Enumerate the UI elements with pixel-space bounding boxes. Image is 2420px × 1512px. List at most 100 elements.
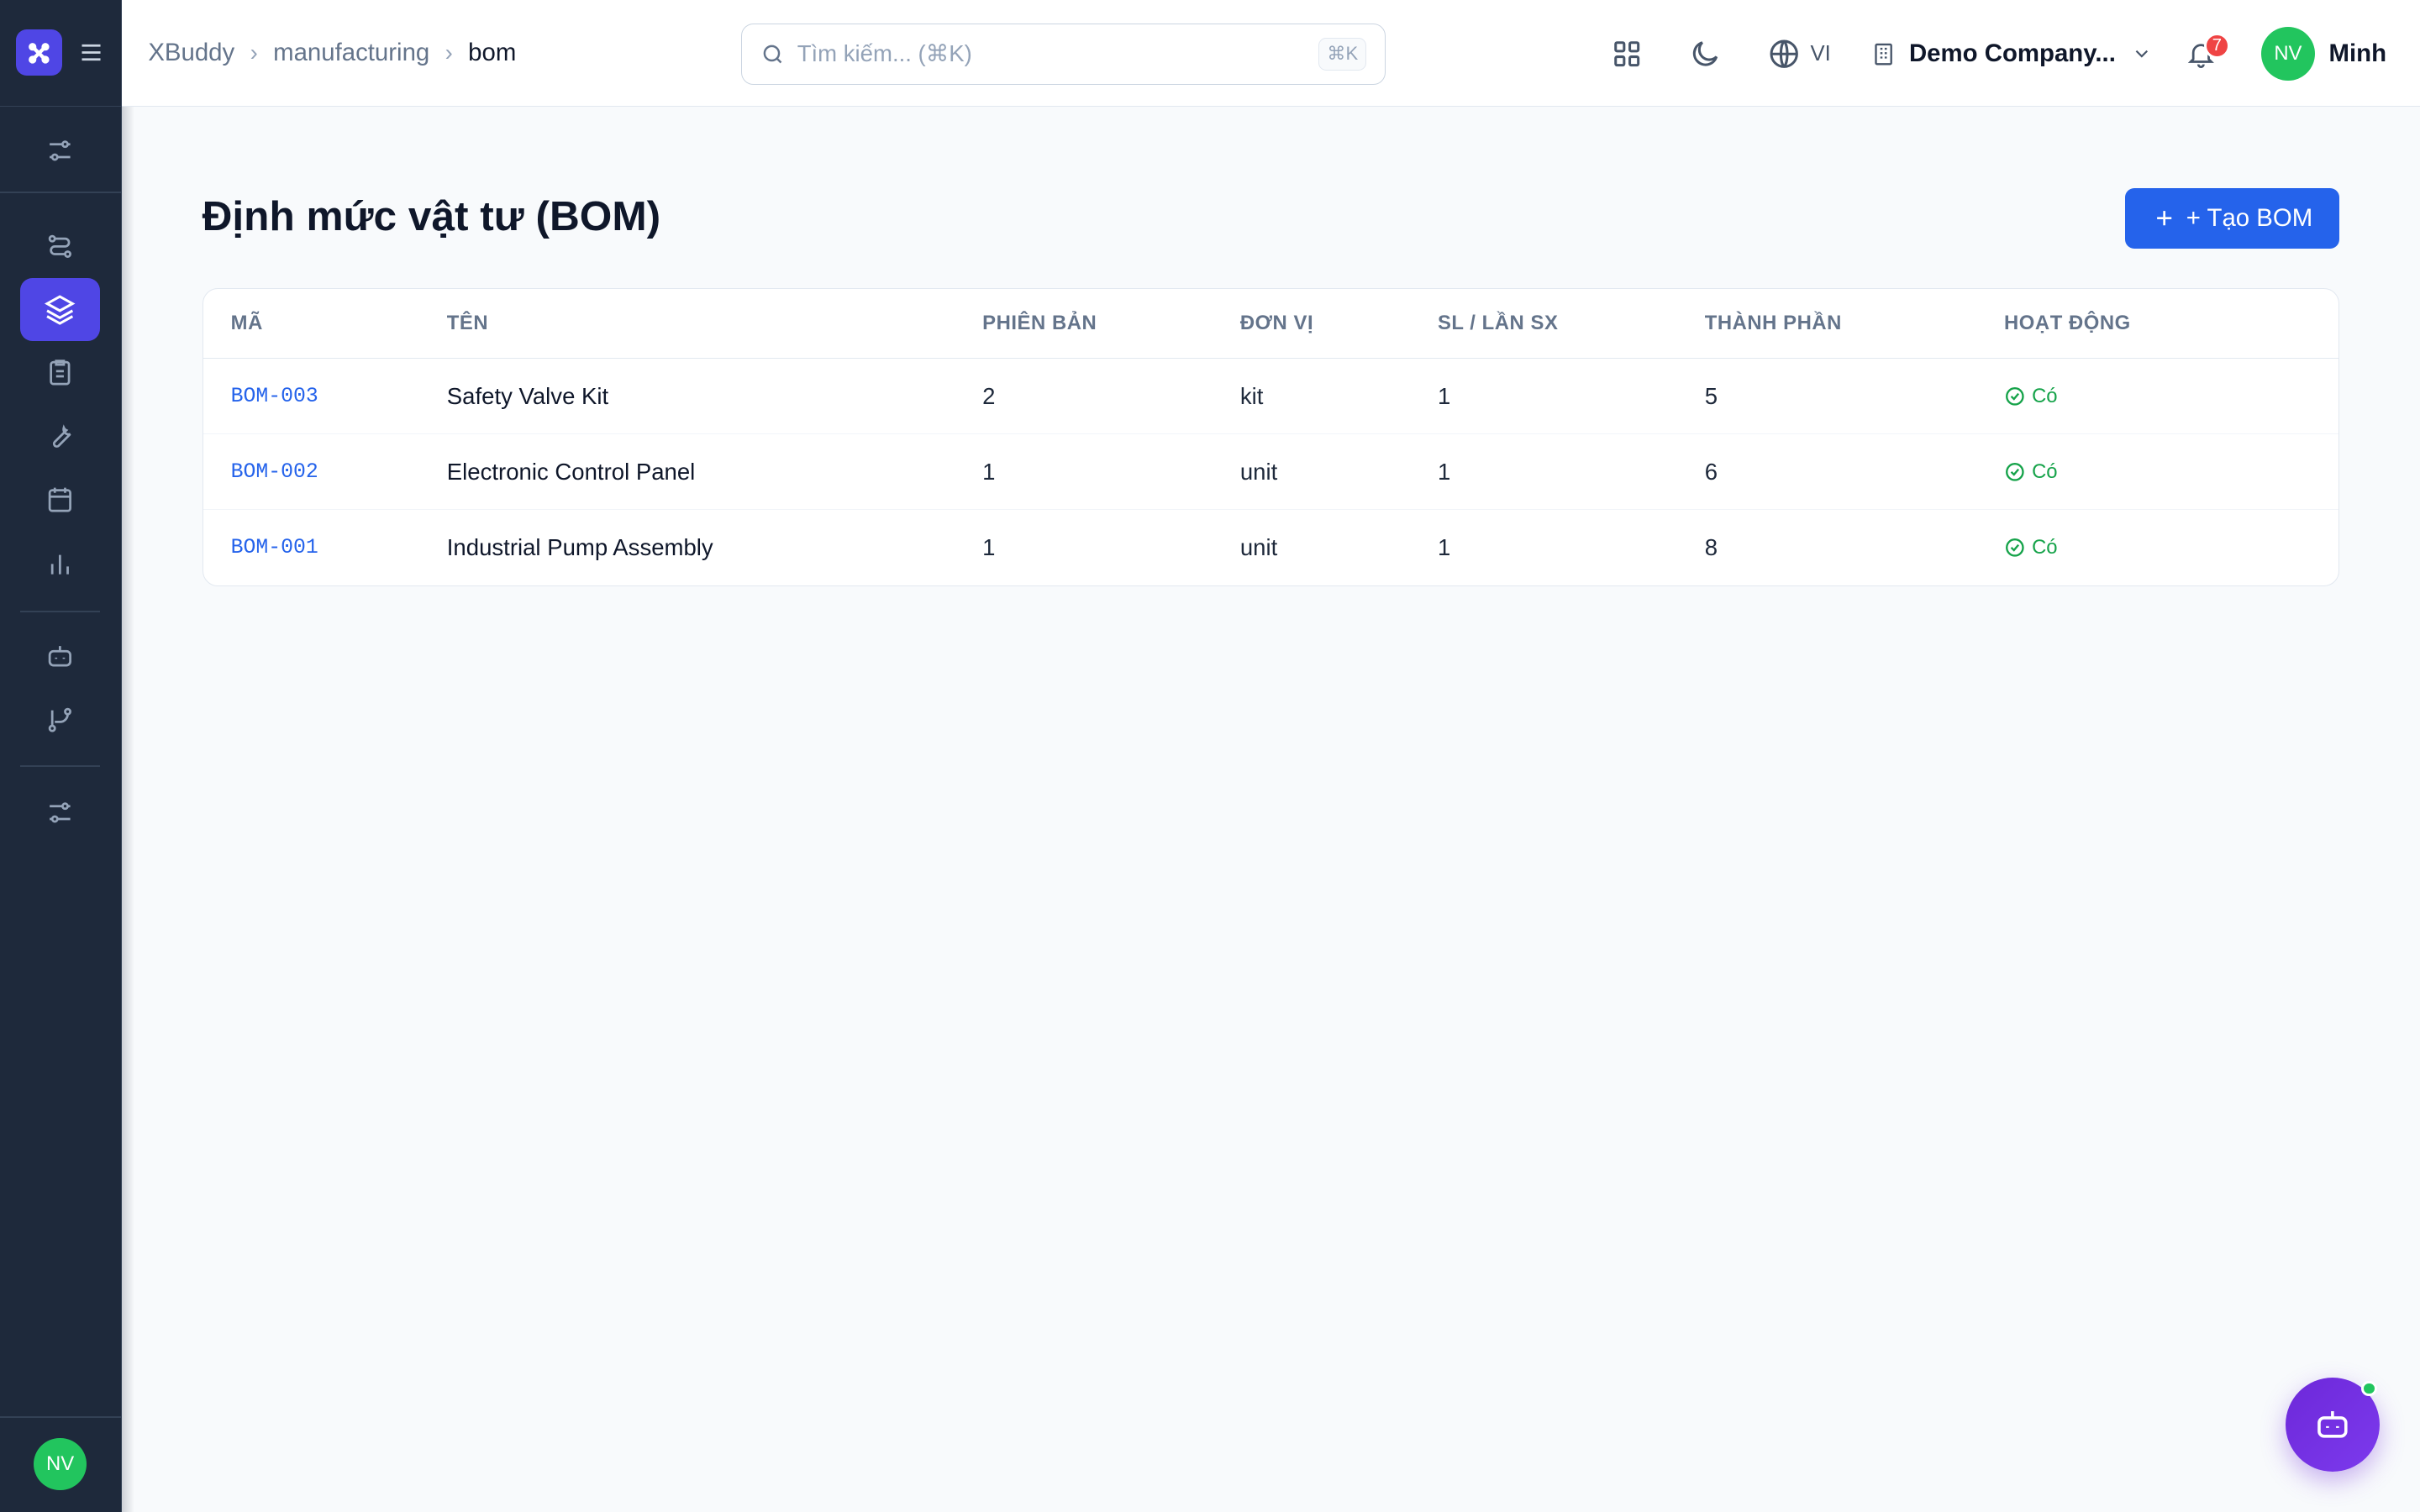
notification-badge: 7: [2203, 32, 2230, 59]
sidebar-item-settings[interactable]: [20, 780, 101, 843]
create-bom-button[interactable]: + Tạo BOM: [2125, 188, 2340, 249]
bom-code-link[interactable]: BOM-003: [231, 359, 318, 433]
moon-icon: [1693, 41, 1718, 66]
bom-table: MÃ TÊN PHIÊN BẢN ĐƠN VỊ SL / LẦN SX THÀN…: [202, 288, 2340, 586]
sidebar-divider: [0, 191, 123, 193]
bom-name: Industrial Pump Assembly: [446, 534, 713, 561]
chevron-down-icon: [2135, 50, 2149, 59]
apps-button[interactable]: [1610, 26, 1644, 81]
sidebar-avatar[interactable]: NV: [34, 1437, 87, 1491]
sidebar-item-maintenance[interactable]: [20, 404, 101, 467]
search-shortcut: ⌘K: [1318, 37, 1367, 71]
sidebar: NV: [0, 0, 123, 1512]
breadcrumb-item-module[interactable]: manufacturing: [273, 39, 429, 67]
breadcrumb-item-root[interactable]: XBuddy: [148, 39, 234, 67]
company-selector[interactable]: Demo Company...: [1870, 26, 2153, 81]
user-name: Minh: [2328, 39, 2387, 68]
search-icon: [763, 45, 781, 63]
company-name: Demo Company...: [1908, 39, 2116, 68]
search-box[interactable]: ⌘K: [740, 23, 1386, 85]
bom-qty: 1: [1437, 458, 1451, 485]
wrench-icon: [53, 424, 71, 449]
language-label: VI: [1810, 41, 1831, 66]
bom-name: Safety Valve Kit: [446, 382, 609, 409]
bom-qty: 1: [1437, 534, 1451, 561]
calendar-icon: [49, 487, 72, 512]
check-circle-icon: [2006, 386, 2024, 406]
bot-icon: [2317, 1411, 2348, 1438]
page-title: Định mức vật tư (BOM): [202, 192, 661, 239]
chevron-right-icon: ›: [250, 39, 258, 66]
routes-icon: [49, 234, 72, 258]
bom-version: 1: [982, 534, 996, 561]
sidebar-divider: [19, 765, 101, 767]
column-header-components[interactable]: THÀNH PHẦN: [1705, 289, 1842, 358]
column-header-code[interactable]: MÃ: [231, 289, 263, 358]
bom-unit: unit: [1239, 458, 1278, 485]
bom-unit: unit: [1239, 534, 1278, 561]
bom-code-link[interactable]: BOM-002: [231, 434, 318, 509]
avatar: NV: [2260, 27, 2316, 81]
git-branch-icon: [49, 708, 72, 732]
sidebar-item-workflow[interactable]: [20, 688, 101, 751]
sliders-icon: [50, 139, 71, 161]
grid-icon: [1613, 41, 1639, 67]
status-badge: Có: [2004, 434, 2058, 509]
breadcrumb-item-current: bom: [468, 39, 517, 67]
layers-icon: [45, 295, 76, 325]
sidebar-item-schedule[interactable]: [20, 468, 101, 531]
chevron-right-icon: ›: [445, 39, 453, 66]
bom-name: Electronic Control Panel: [446, 458, 696, 485]
table-row[interactable]: BOM-003 Safety Valve Kit 2 kit 1 5 Có: [203, 359, 2339, 435]
status-label: Có: [2032, 459, 2058, 483]
check-circle-icon: [2006, 538, 2024, 557]
bar-chart-icon: [51, 554, 70, 575]
top-header: XBuddy › manufacturing › bom ⌘K VI Demo …: [122, 0, 2420, 107]
bom-version: 1: [982, 458, 996, 485]
sidebar-item-assistant[interactable]: [20, 625, 101, 688]
notifications-button[interactable]: 7: [2186, 26, 2230, 81]
clipboard-icon: [50, 360, 71, 386]
plus-icon: [2157, 211, 2172, 226]
create-bom-label: + Tạo BOM: [2186, 203, 2313, 232]
sidebar-shadow: [122, 0, 134, 1512]
bom-qty: 1: [1437, 382, 1451, 409]
bom-code-link[interactable]: BOM-001: [231, 510, 318, 585]
sidebar-divider: [19, 611, 101, 613]
menu-toggle-icon[interactable]: [77, 39, 105, 66]
app-logo[interactable]: [15, 29, 62, 76]
bom-components: 6: [1704, 458, 1718, 485]
sidebar-item-reports[interactable]: [20, 533, 101, 596]
sidebar-item-routing[interactable]: [20, 214, 101, 277]
column-header-name[interactable]: TÊN: [447, 289, 488, 358]
column-header-active[interactable]: HOẠT ĐỘNG: [2004, 289, 2131, 358]
table-row[interactable]: BOM-001 Industrial Pump Assembly 1 unit …: [203, 510, 2339, 585]
column-header-version[interactable]: PHIÊN BẢN: [982, 289, 1097, 358]
bot-icon: [49, 646, 72, 667]
language-button[interactable]: VI: [1767, 26, 1831, 81]
logo-icon: [29, 42, 50, 64]
table-header-row: MÃ TÊN PHIÊN BẢN ĐƠN VỊ SL / LẦN SX THÀN…: [203, 289, 2339, 360]
globe-icon: [1770, 39, 1798, 68]
bom-unit: kit: [1239, 382, 1264, 409]
bom-version: 2: [982, 382, 996, 409]
column-header-unit[interactable]: ĐƠN VỊ: [1240, 289, 1313, 358]
building-icon: [1875, 43, 1892, 66]
sidebar-item-orders[interactable]: [20, 341, 101, 404]
status-badge: Có: [2004, 359, 2058, 433]
sidebar-item-bom[interactable]: [19, 277, 101, 341]
user-menu[interactable]: NV Minh: [2260, 26, 2387, 81]
sidebar-item-filters[interactable]: [20, 118, 101, 181]
sidebar-header: [0, 0, 122, 107]
check-circle-icon: [2006, 462, 2024, 481]
breadcrumb: XBuddy › manufacturing › bom: [148, 0, 516, 107]
bom-components: 5: [1704, 382, 1718, 409]
column-header-qty[interactable]: SL / LẦN SX: [1438, 289, 1559, 358]
theme-toggle-button[interactable]: [1688, 26, 1722, 81]
settings-sliders-icon: [50, 801, 71, 823]
table-row[interactable]: BOM-002 Electronic Control Panel 1 unit …: [203, 434, 2339, 511]
online-indicator: [2361, 1380, 2377, 1397]
search-input[interactable]: [797, 40, 1319, 68]
status-badge: Có: [2004, 510, 2058, 585]
status-label: Có: [2032, 384, 2058, 407]
